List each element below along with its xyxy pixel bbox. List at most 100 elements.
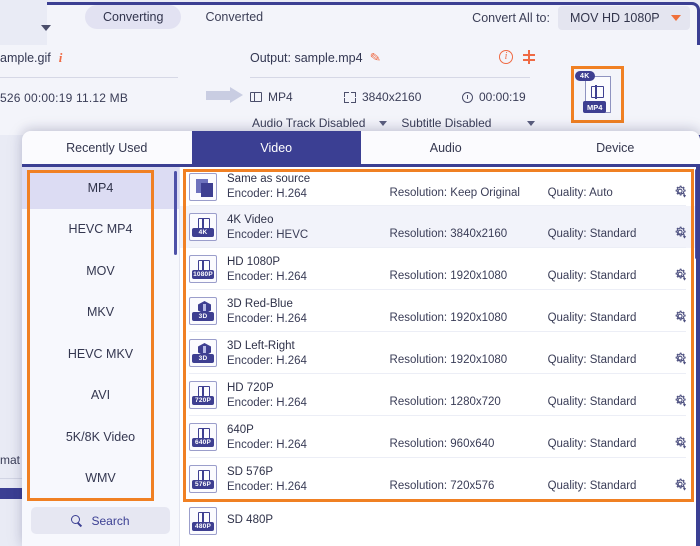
- app-root: Converting Converted Convert All to: MOV…: [0, 0, 700, 546]
- gear-icon[interactable]: [674, 185, 688, 199]
- film-icon: 1080P: [189, 255, 217, 283]
- preset-title: SD 576P: [227, 465, 274, 478]
- tab-video[interactable]: Video: [191, 131, 361, 164]
- preset-quality: Quality: Standard: [547, 269, 637, 282]
- preset-title: SD 480P: [227, 513, 274, 526]
- sidebar-item-mp4[interactable]: MP4: [22, 167, 179, 209]
- search-icon: [71, 515, 82, 526]
- output-column: Output: sample.mp4 ✎ MP4 3840x2160 00:00…: [250, 49, 540, 104]
- chevron-down-icon: [379, 120, 388, 126]
- preset-badge: 3D: [192, 354, 214, 363]
- spec-format: MP4: [250, 90, 344, 104]
- tab-audio[interactable]: Audio: [361, 131, 531, 164]
- preset-name-col: SD 480P: [227, 514, 407, 529]
- preset-resolution: Resolution: 1920x1080: [389, 269, 508, 282]
- preset-quality: Quality: Standard: [547, 311, 637, 324]
- panel-tab-bar: Recently Used Video Audio Device: [22, 131, 700, 164]
- output-name-row: Output: sample.mp4 ✎: [250, 49, 540, 66]
- gear-icon[interactable]: [674, 268, 688, 282]
- preset-resolution: Resolution: 1920x1080: [389, 311, 508, 324]
- track-selectors: Audio Track Disabled Subtitle Disabled: [250, 113, 539, 133]
- preset-quality: Quality: Auto: [547, 187, 613, 199]
- audio-track-dropdown[interactable]: Audio Track Disabled: [250, 113, 391, 133]
- output-format-thumbnail-highlight: 4K MP4: [571, 66, 624, 123]
- convert-all-dropdown[interactable]: MOV HD 1080P: [558, 6, 690, 30]
- gear-icon[interactable]: [674, 226, 688, 240]
- resolution-icon: [344, 91, 356, 103]
- spec-resolution: 3840x2160: [344, 90, 462, 104]
- sidebar-scrollbar[interactable]: [174, 171, 177, 255]
- table-row[interactable]: 480P SD 480P: [180, 500, 700, 542]
- cube-3d-icon: 3D: [189, 339, 217, 367]
- gear-icon[interactable]: [674, 478, 688, 492]
- spec-format-value: MP4: [268, 90, 293, 104]
- preset-resolution: Resolution: 1280x720: [389, 395, 501, 408]
- preset-name-col: 3D Red-Blue Encoder: H.264: [227, 298, 390, 325]
- format-sidebar: MP4 HEVC MP4 MOV MKV HEVC MKV AVI 5K/8K …: [22, 167, 180, 546]
- gear-icon[interactable]: [674, 436, 688, 450]
- info-icon[interactable]: i: [59, 50, 63, 66]
- sidebar-item-hevc-mkv[interactable]: HEVC MKV: [22, 333, 179, 375]
- film-icon: [250, 91, 262, 103]
- table-row[interactable]: 4K 4K Video Encoder: HEVC Resolution: 38…: [180, 206, 700, 248]
- tab-device[interactable]: Device: [531, 131, 700, 164]
- merge-icon[interactable]: [522, 50, 536, 64]
- format-dropdown-caret-icon[interactable]: [41, 25, 51, 31]
- preset-encoder: Encoder: H.264: [227, 354, 307, 367]
- converting-tabs: Converting Converted: [85, 5, 281, 29]
- preset-name-col: HD 1080P Encoder: H.264: [227, 256, 390, 283]
- table-row[interactable]: 3D 3D Left-Right Encoder: H.264 Resoluti…: [180, 332, 700, 374]
- source-column: ample.gif i 526 00:00:19 11.12 MB: [0, 50, 236, 105]
- sidebar-item-hevc-mp4[interactable]: HEVC MP4: [22, 209, 179, 251]
- sidebar-item-avi[interactable]: AVI: [22, 375, 179, 417]
- subtitle-value: Subtitle Disabled: [401, 116, 492, 130]
- table-row[interactable]: 3D 3D Red-Blue Encoder: H.264 Resolution…: [180, 290, 700, 332]
- sidebar-item-5k-8k-video[interactable]: 5K/8K Video: [22, 416, 179, 458]
- preset-resolution: Resolution: 1920x1080: [389, 353, 508, 366]
- gear-icon[interactable]: [674, 394, 688, 408]
- gear-icon[interactable]: [674, 310, 688, 324]
- preset-resolution: Resolution: Keep Original: [389, 187, 520, 199]
- search-label: Search: [91, 513, 130, 528]
- preset-title: 640P: [227, 423, 254, 436]
- sidebar-item-mkv[interactable]: MKV: [22, 292, 179, 334]
- preset-badge: 640P: [192, 438, 214, 447]
- film-icon: 640P: [189, 423, 217, 451]
- convert-all-value: MOV HD 1080P: [570, 11, 660, 25]
- edit-pencil-icon[interactable]: ✎: [369, 49, 382, 66]
- preset-quality: Quality: Standard: [547, 479, 637, 492]
- sidebar-item-mov[interactable]: MOV: [22, 250, 179, 292]
- table-row[interactable]: 720P HD 720P Encoder: H.264 Resolution: …: [180, 374, 700, 416]
- search-input[interactable]: Search: [31, 507, 170, 534]
- preset-title: Same as source: [227, 173, 311, 185]
- film-icon: 576P: [189, 465, 217, 493]
- gear-icon[interactable]: [674, 352, 688, 366]
- table-row[interactable]: 640P 640P Encoder: H.264 Resolution: 960…: [180, 416, 700, 458]
- conversion-arrow-icon: [206, 87, 246, 103]
- preset-list-wrap: Same as source Encoder: H.264 Resolution…: [180, 167, 700, 546]
- left-format-stub-label: mat: [0, 453, 21, 467]
- preset-name-col: 3D Left-Right Encoder: H.264: [227, 340, 390, 367]
- tab-converting[interactable]: Converting: [85, 5, 182, 29]
- table-row[interactable]: 576P SD 576P Encoder: H.264 Resolution: …: [180, 458, 700, 500]
- preset-name-col: 4K Video Encoder: HEVC: [227, 214, 390, 241]
- chevron-down-icon: [671, 15, 681, 21]
- preset-name-col: Same as source Encoder: H.264: [227, 173, 390, 200]
- panel-right-edge: [696, 167, 700, 546]
- preset-resolution: Resolution: 720x576: [389, 479, 495, 492]
- table-row[interactable]: 1080P HD 1080P Encoder: H.264 Resolution…: [180, 248, 700, 290]
- preset-title: HD 720P: [227, 381, 274, 394]
- preset-encoder: Encoder: H.264: [227, 312, 307, 325]
- warning-info-icon[interactable]: i: [499, 50, 513, 64]
- preset-encoder: Encoder: H.264: [227, 270, 307, 283]
- sidebar-item-wmv[interactable]: WMV: [22, 458, 179, 500]
- preset-quality: Quality: Standard: [547, 227, 637, 240]
- subtitle-dropdown[interactable]: Subtitle Disabled: [399, 113, 539, 133]
- convert-all-label: Convert All to:: [472, 11, 550, 25]
- tab-recently-used[interactable]: Recently Used: [22, 131, 192, 164]
- tab-converted[interactable]: Converted: [187, 5, 281, 29]
- table-row[interactable]: Same as source Encoder: H.264 Resolution…: [180, 167, 700, 206]
- preset-badge: 4K: [192, 228, 214, 237]
- preset-quality: Quality: Standard: [547, 395, 637, 408]
- film-icon: [591, 85, 604, 99]
